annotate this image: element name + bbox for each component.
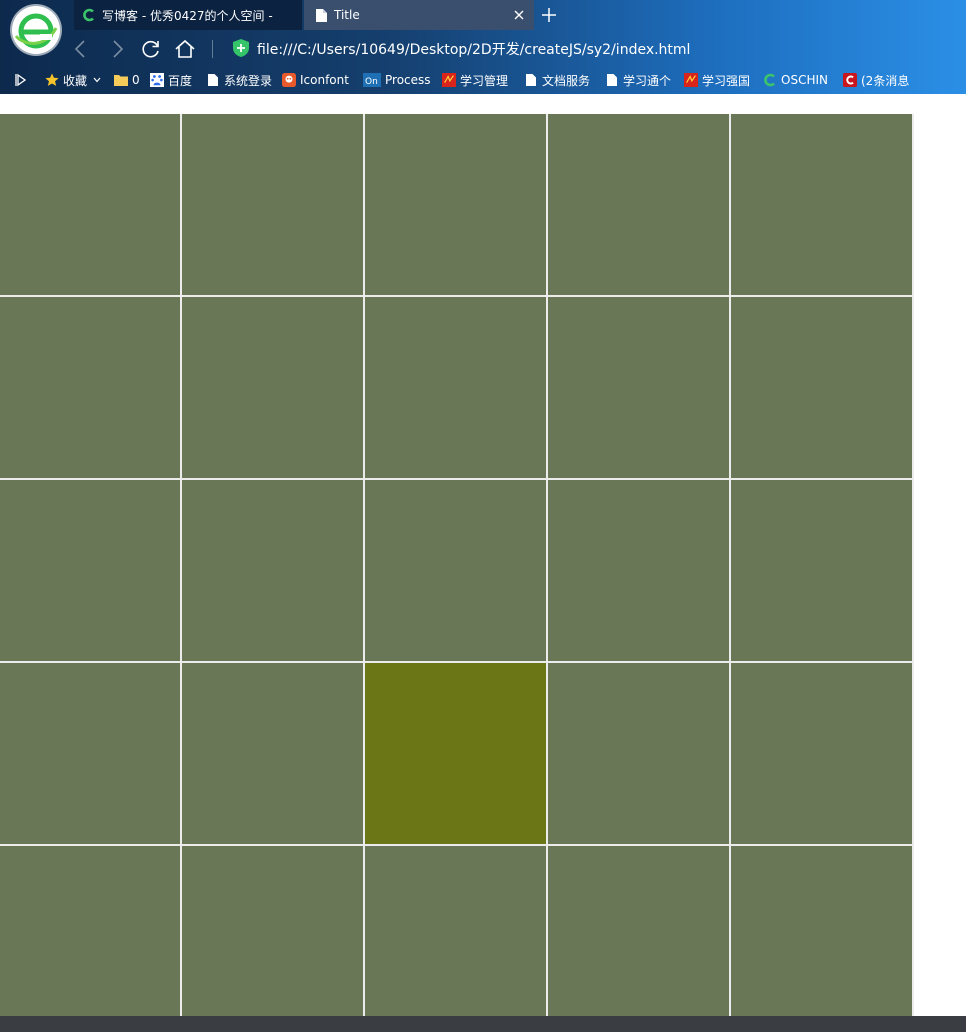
grid-cell[interactable]: [0, 297, 180, 478]
bookmark-doc-service[interactable]: 文档服务: [524, 71, 594, 89]
baidu-icon: [150, 73, 164, 87]
navigation-bar: file:///C:/Users/10649/Desktop/2D开发/crea…: [0, 30, 966, 66]
bookmark-system-login[interactable]: 系统登录: [206, 71, 272, 89]
browser-logo: [12, 6, 60, 54]
grid-cell[interactable]: [0, 114, 180, 295]
grid-cell[interactable]: [731, 663, 912, 844]
tab-title: 写博客 - 优秀0427的个人空间 -: [102, 8, 273, 23]
grid-cell[interactable]: [0, 480, 180, 661]
bookmark-study-management[interactable]: 学习管理: [442, 71, 516, 89]
home-button[interactable]: [174, 38, 196, 60]
grid-cell[interactable]: [182, 846, 363, 1016]
csdn-icon: [82, 8, 96, 22]
sidebar-toggle-icon[interactable]: [14, 73, 27, 87]
tab-blog[interactable]: 写博客 - 优秀0427的个人空间 -: [74, 0, 302, 30]
grid-cell[interactable]: [365, 297, 546, 478]
iconfont-icon: [282, 73, 296, 87]
grid-cell[interactable]: [182, 663, 363, 844]
forward-button[interactable]: [106, 38, 128, 60]
grid-cell[interactable]: [731, 297, 912, 478]
grid-cell[interactable]: [548, 480, 729, 661]
xuexi-icon: [684, 73, 698, 87]
bookmark-xuexi-qiangguo[interactable]: 学习强国: [684, 71, 756, 89]
grid-cell[interactable]: [182, 114, 363, 295]
tab-strip: 写博客 - 优秀0427的个人空间 - Title: [0, 0, 966, 30]
bookmark-processon[interactable]: On Process: [363, 71, 435, 89]
bookmark-oschina[interactable]: OSCHIN: [763, 71, 833, 89]
grid-cell[interactable]: [0, 846, 180, 1016]
svg-text:On: On: [365, 77, 378, 87]
bookmark-favorites[interactable]: 收藏: [45, 71, 101, 89]
grid-cell[interactable]: [365, 114, 546, 295]
bookmark-baidu[interactable]: 百度: [150, 71, 192, 89]
grid-cell[interactable]: [548, 846, 729, 1016]
grid-cell[interactable]: [548, 663, 729, 844]
xuexi-icon: [442, 73, 456, 87]
grid-cell[interactable]: [365, 480, 546, 661]
processon-icon: On: [363, 73, 381, 87]
page-content: [0, 94, 966, 1016]
grid-cell[interactable]: [731, 114, 912, 295]
browser-chrome: 写博客 - 优秀0427的个人空间 - Title file:///C:/Use…: [0, 0, 966, 94]
bookmark-xuexitong[interactable]: 学习通个: [605, 71, 675, 89]
folder-icon: [114, 73, 128, 87]
tile-grid: [0, 114, 914, 1016]
bookmark-folder-0[interactable]: 0: [114, 71, 140, 89]
star-icon: [45, 73, 59, 87]
address-bar[interactable]: file:///C:/Users/10649/Desktop/2D开发/crea…: [257, 39, 690, 59]
chevron-down-icon: [93, 77, 101, 83]
shield-icon[interactable]: [233, 39, 249, 57]
home-icon: [175, 39, 195, 58]
grid-cell-active[interactable]: [365, 663, 546, 844]
new-tab-button[interactable]: [540, 6, 558, 24]
back-button[interactable]: [70, 38, 92, 60]
grid-cell[interactable]: [548, 114, 729, 295]
bookmarks-bar: 收藏 0 百度 系统登录 Iconfont On Process 学习管理 文档…: [0, 66, 966, 94]
file-icon: [605, 73, 619, 87]
oschina-icon: [763, 73, 777, 87]
file-icon: [314, 8, 328, 22]
file-icon: [206, 73, 220, 87]
back-icon: [74, 40, 85, 58]
grid-cell[interactable]: [548, 297, 729, 478]
close-icon[interactable]: [512, 8, 526, 22]
csdn-icon: [843, 73, 857, 87]
grid-cell[interactable]: [731, 846, 912, 1016]
tab-title-page[interactable]: Title: [304, 0, 534, 30]
plus-icon: [542, 8, 556, 22]
grid-cell[interactable]: [182, 297, 363, 478]
status-bar: [0, 1016, 966, 1032]
grid-cell[interactable]: [0, 663, 180, 844]
toolbar-divider: [212, 40, 213, 58]
reload-icon: [142, 40, 159, 58]
tab-title: Title: [334, 8, 360, 22]
grid-cell[interactable]: [731, 480, 912, 661]
grid-cell[interactable]: [182, 480, 363, 661]
forward-icon: [113, 40, 124, 58]
reload-button[interactable]: [140, 38, 162, 60]
bookmark-iconfont[interactable]: Iconfont: [282, 71, 356, 89]
bookmark-csdn-messages[interactable]: (2条消息: [843, 71, 913, 89]
grid-cell[interactable]: [365, 846, 546, 1016]
file-icon: [524, 73, 538, 87]
